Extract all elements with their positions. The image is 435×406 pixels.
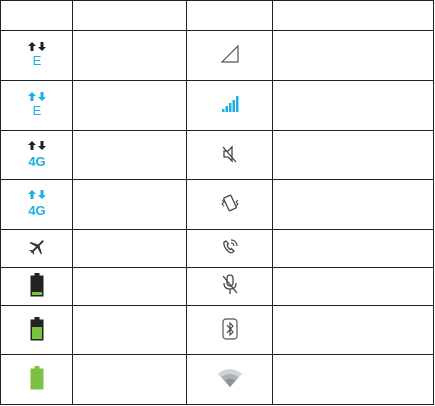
header-cell-status-1 xyxy=(72,0,187,31)
no-signal-icon xyxy=(220,44,240,64)
status-description xyxy=(272,354,434,405)
airplane-mode-icon xyxy=(27,237,47,257)
battery-low-icon xyxy=(30,273,44,297)
table-row xyxy=(0,354,434,405)
table-row: E xyxy=(0,30,434,81)
status-description xyxy=(72,354,187,405)
status-description xyxy=(272,179,434,230)
status-description xyxy=(272,130,434,180)
signal-strength-icon xyxy=(220,94,240,114)
header-cell-status-2 xyxy=(272,0,434,31)
table-row xyxy=(0,267,434,306)
status-description xyxy=(272,30,434,81)
status-description xyxy=(272,229,434,268)
battery-full-icon xyxy=(30,366,44,390)
status-description xyxy=(272,267,434,306)
table-row: E xyxy=(0,80,434,131)
header-cell-icon-1 xyxy=(0,0,73,31)
muted-speaker-icon xyxy=(220,144,240,164)
data-4g-inactive-icon: 4G xyxy=(26,140,48,168)
status-description xyxy=(272,305,434,355)
wifi-icon xyxy=(217,368,243,388)
status-icon-table: E E 4G 4G xyxy=(0,0,434,405)
table-row: 4G xyxy=(0,179,434,230)
data-e-inactive-icon: E xyxy=(27,41,47,67)
data-4g-active-icon: 4G xyxy=(26,189,48,217)
speakerphone-icon xyxy=(220,237,240,257)
status-description xyxy=(72,80,187,131)
battery-half-icon xyxy=(30,316,44,341)
status-description xyxy=(72,30,187,81)
status-description xyxy=(272,80,434,131)
table-row: 4G xyxy=(0,130,434,180)
vibrate-icon xyxy=(220,192,240,214)
status-description xyxy=(72,267,187,306)
svg-text:E: E xyxy=(32,103,41,117)
table-row xyxy=(0,305,434,355)
bluetooth-icon xyxy=(221,317,238,340)
header-cell-icon-2 xyxy=(186,0,273,31)
svg-text:4G: 4G xyxy=(28,203,45,217)
status-description xyxy=(72,229,187,268)
svg-text:4G: 4G xyxy=(28,154,45,168)
status-description xyxy=(72,130,187,180)
svg-text:E: E xyxy=(32,53,41,67)
table-row xyxy=(0,229,434,268)
header-row xyxy=(0,0,434,31)
data-e-active-icon: E xyxy=(27,91,47,117)
microphone-muted-icon xyxy=(220,273,240,297)
status-description xyxy=(72,179,187,230)
status-description xyxy=(72,305,187,355)
